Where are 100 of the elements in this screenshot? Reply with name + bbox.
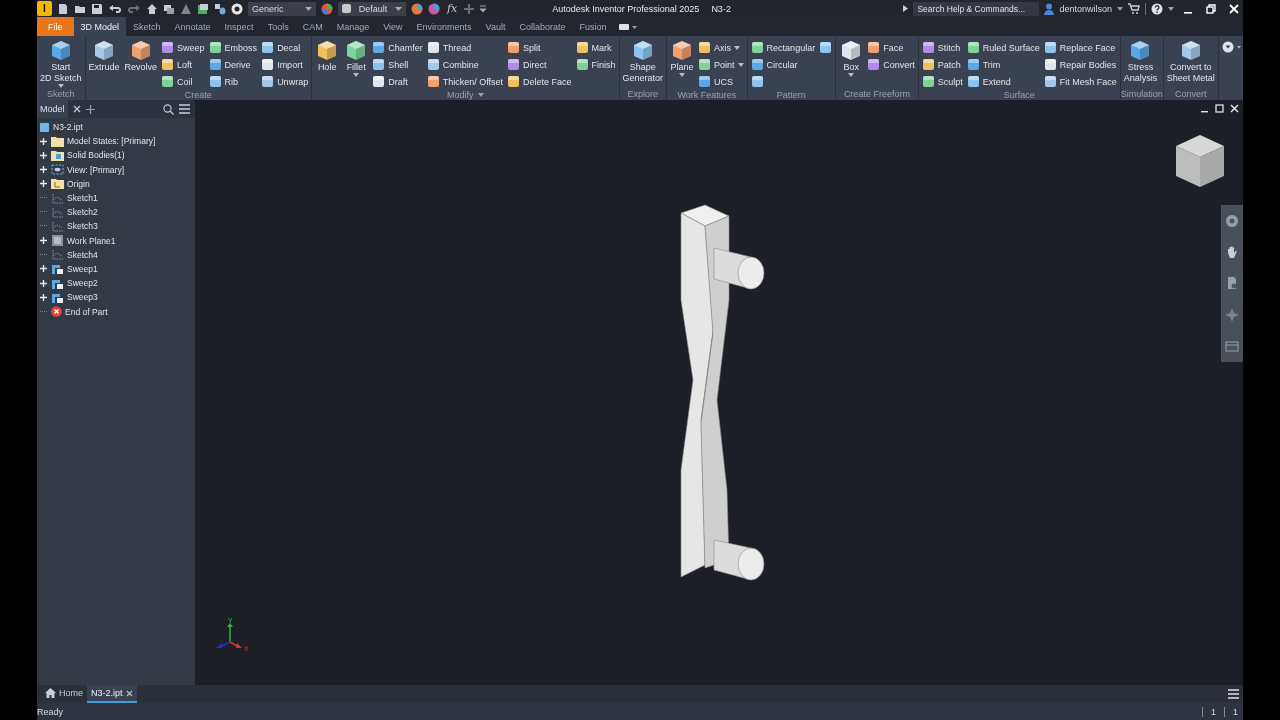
ribbon-tool-button[interactable]: Combine (424, 56, 505, 73)
tree-item[interactable]: Sketch2 (67, 207, 98, 218)
ribbon-tool-button[interactable]: Replace Face (1041, 39, 1119, 56)
ribbon-tool-button[interactable]: Sculpt (919, 73, 965, 90)
expand-icon[interactable] (40, 137, 47, 145)
ribbon-tool-button[interactable]: Loft (159, 56, 207, 73)
ribbon-tool-button[interactable]: Rib (206, 73, 260, 90)
ribbon-tool-button[interactable]: Axis (696, 39, 746, 56)
new-file-icon[interactable] (57, 2, 69, 15)
tree-item[interactable]: Work Plane1 (67, 235, 116, 246)
expand-icon[interactable] (40, 293, 47, 301)
plus-icon[interactable] (85, 104, 95, 114)
windows-icon[interactable] (163, 2, 175, 15)
undo-icon[interactable] (108, 2, 122, 15)
ribbon-tool-button[interactable]: Ruled Surface (964, 39, 1042, 56)
expand-icon[interactable] (40, 265, 47, 273)
ribbon-tool-button[interactable]: Extend (964, 73, 1042, 90)
ribbon-tool-button[interactable]: Import (259, 56, 311, 73)
ribbon-tab[interactable]: Fusion (572, 17, 614, 36)
help-icon[interactable] (1151, 2, 1163, 15)
close-icon[interactable] (72, 105, 81, 113)
ribbon-tool-button[interactable]: Unwrap (259, 73, 311, 90)
ribbon-tool-button[interactable]: Emboss (206, 39, 260, 56)
ribbon-tool-button[interactable]: Split (505, 39, 574, 56)
home-icon[interactable] (146, 2, 158, 15)
ribbon-tool-button[interactable]: Fillet (342, 38, 371, 90)
menu-icon[interactable] (1228, 689, 1239, 699)
menu-icon[interactable] (179, 104, 190, 114)
search-icon[interactable] (163, 103, 174, 115)
ribbon-tab[interactable]: CAM (295, 17, 330, 36)
ribbon-tab[interactable]: View (376, 17, 410, 36)
ribbon-tool-button[interactable]: Point (696, 56, 746, 73)
document-tab[interactable]: N3-2.ipt (87, 685, 137, 703)
tree-item[interactable]: Sketch4 (67, 249, 98, 260)
ribbon-tool-button[interactable]: Plane (668, 38, 697, 90)
tree-item[interactable]: Solid Bodies(1) (67, 150, 125, 161)
redo-icon[interactable] (127, 2, 141, 15)
ribbon-tool-button[interactable]: Trim (964, 56, 1042, 73)
tree-item[interactable]: Sweep1 (67, 263, 98, 274)
ribbon-tool-button[interactable]: Finish (573, 56, 618, 73)
ribbon-tool-button[interactable]: Shell (370, 56, 425, 73)
tree-item[interactable]: Sketch3 (67, 221, 98, 232)
appearance-icon[interactable] (231, 2, 243, 15)
caret-icon[interactable] (479, 4, 488, 13)
color-ball-icon[interactable] (411, 2, 423, 15)
ribbon-tool-button[interactable]: Decal (259, 39, 311, 56)
document-tab[interactable]: Home (41, 685, 87, 703)
tree-item[interactable]: Sweep3 (67, 292, 98, 303)
plus-icon[interactable] (464, 3, 475, 14)
ribbon-tab[interactable]: Tools (260, 17, 296, 36)
ribbon-tool-button[interactable]: Hole (313, 38, 342, 90)
expand-icon[interactable] (40, 237, 47, 245)
ribbon-tab[interactable]: Inspect (217, 17, 261, 36)
caret-icon[interactable] (1168, 6, 1174, 11)
appearance-dropdown[interactable]: Default (338, 1, 406, 16)
ribbon-tool-button[interactable]: Derive (206, 56, 260, 73)
expand-icon[interactable] (40, 180, 47, 188)
select-icon[interactable] (197, 2, 209, 15)
browser-tab[interactable]: Model (37, 100, 68, 118)
ribbon-tab[interactable]: Collaborate (512, 17, 573, 36)
tree-item[interactable]: Sketch1 (67, 193, 98, 204)
view-cube-icon[interactable] (1174, 133, 1226, 189)
ribbon-tab[interactable]: Vault (478, 17, 513, 36)
formula-button[interactable]: fx (445, 2, 460, 15)
ribbon-tool-button[interactable]: Extrude (86, 38, 122, 90)
close-icon[interactable] (1230, 104, 1239, 113)
tree-item[interactable]: Origin (67, 178, 90, 189)
ribbon-tool-button[interactable]: Stitch (919, 39, 965, 56)
app-logo[interactable]: I (37, 1, 52, 16)
ribbon-tool-button[interactable]: Fit Mesh Face (1041, 73, 1119, 90)
ribbon-tool-button[interactable]: Patch (919, 56, 965, 73)
tree-item[interactable]: End of Part (65, 306, 108, 317)
ribbon-tab[interactable]: 3D Model (73, 17, 127, 36)
tree-item[interactable]: Model States: [Primary] (67, 136, 156, 147)
expand-icon[interactable] (40, 279, 47, 287)
ribbon-tool-button[interactable]: Direct (505, 56, 574, 73)
ribbon-tool-button[interactable]: Thicken/ Offset (424, 73, 505, 90)
ribbon-tool-button[interactable]: Sweep (159, 39, 207, 56)
ribbon-tab[interactable]: Sketch (126, 17, 168, 36)
ribbon-tool-button[interactable]: Stress Analysis (1121, 38, 1160, 88)
ribbon-tool-button[interactable]: Start 2D Sketch (38, 38, 84, 88)
ribbon-tool-button[interactable]: Rectangular (748, 39, 818, 56)
ribbon-tool-button[interactable]: Box (837, 38, 866, 88)
tree-item[interactable]: Sweep2 (67, 278, 98, 289)
ribbon-tool-button[interactable]: Convert (865, 56, 917, 73)
search-field[interactable]: Search Help & Commands... (913, 1, 1040, 16)
caret-icon[interactable] (477, 93, 484, 97)
ribbon-tab[interactable]: Environments (409, 17, 479, 36)
tree-item[interactable]: View: [Primary] (67, 164, 124, 175)
user-name[interactable]: dentonwilson (1059, 3, 1112, 14)
ribbon-tool-button[interactable]: Draft (370, 73, 425, 90)
dropdown-circle-icon[interactable] (1221, 41, 1242, 53)
expand-icon[interactable] (40, 166, 47, 174)
ribbon-tool-button[interactable]: Mark (573, 39, 618, 56)
ribbon-tool-button[interactable]: Chamfer (370, 39, 425, 56)
steering-wheel-icon[interactable] (1225, 213, 1239, 228)
ribbon-tool-button[interactable]: Shape Generator (620, 38, 666, 88)
restore-icon[interactable] (1215, 104, 1224, 113)
ribbon-tool-button[interactable]: Delete Face (505, 73, 574, 90)
cart-icon[interactable] (1128, 2, 1140, 15)
